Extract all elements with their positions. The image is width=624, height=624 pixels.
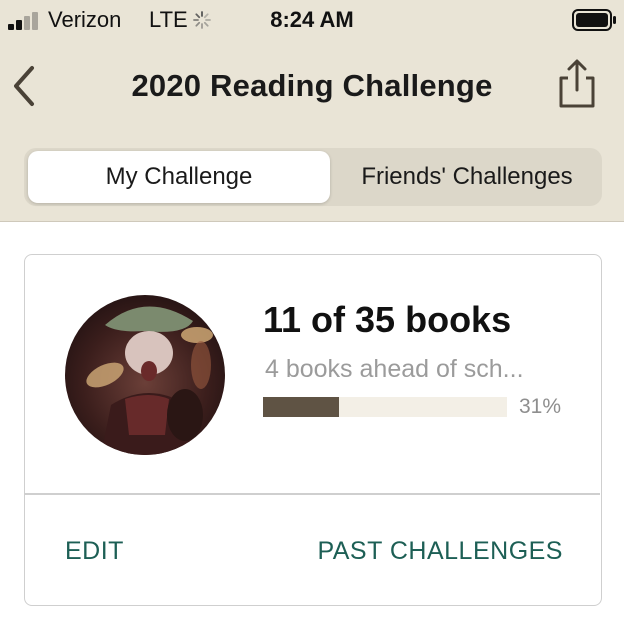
progress-bar bbox=[263, 397, 507, 417]
books-read-count: 11 of 35 books bbox=[263, 299, 512, 340]
schedule-status: 4 books ahead of sch... bbox=[265, 355, 524, 383]
challenge-tabs: My Challenge Friends' Challenges bbox=[24, 148, 602, 206]
page-title: 2020 Reading Challenge bbox=[131, 68, 493, 103]
tab-my-challenge[interactable]: My Challenge bbox=[28, 151, 330, 203]
navigation-bar: 2020 Reading Challenge bbox=[0, 50, 624, 120]
edit-button[interactable]: EDIT bbox=[65, 537, 124, 566]
battery-icon bbox=[572, 9, 616, 31]
challenge-card: 11 of 35 books 4 books ahead of sch... 3… bbox=[24, 254, 602, 606]
tab-friends-challenges[interactable]: Friends' Challenges bbox=[334, 151, 600, 203]
status-bar: Verizon LTE 8:24 AM bbox=[0, 0, 624, 40]
progress-percent: 31% bbox=[519, 395, 562, 418]
header-area: Verizon LTE 8:24 AM 2020 Reading Challen… bbox=[0, 0, 624, 222]
share-button[interactable] bbox=[552, 56, 602, 110]
avatar[interactable] bbox=[65, 295, 225, 455]
share-icon bbox=[559, 59, 595, 108]
status-time: 8:24 AM bbox=[270, 7, 354, 32]
progress-bar-fill bbox=[263, 397, 339, 417]
avatar-photo bbox=[65, 295, 225, 455]
card-divider bbox=[25, 493, 600, 495]
past-challenges-button[interactable]: PAST CHALLENGES bbox=[317, 537, 563, 566]
